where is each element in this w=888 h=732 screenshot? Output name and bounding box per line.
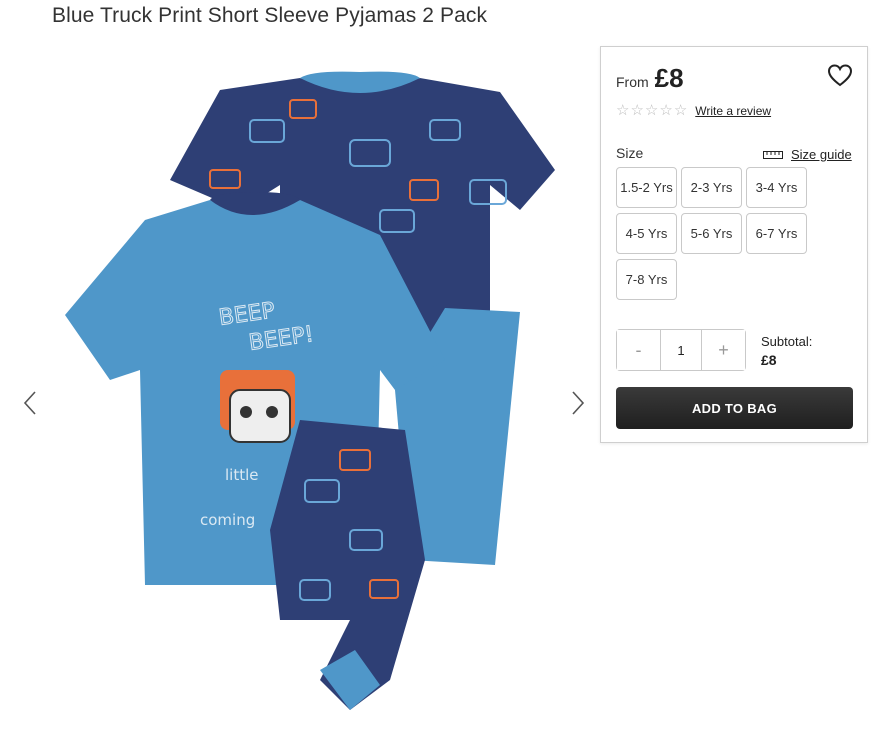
subtotal-value: £8 <box>761 352 777 368</box>
gallery-next-button[interactable] <box>566 390 590 416</box>
size-option[interactable]: 4-5 Yrs <box>616 213 677 254</box>
heart-icon <box>827 64 853 87</box>
size-option[interactable]: 5-6 Yrs <box>681 213 742 254</box>
svg-text:coming: coming <box>200 511 255 529</box>
quantity-increase-button[interactable]: + <box>702 330 745 370</box>
star-outline-icon: ☆ <box>616 102 630 119</box>
size-option[interactable]: 3-4 Yrs <box>746 167 807 208</box>
product-gallery: BEEP BEEP! little coming <box>0 40 600 732</box>
add-to-bag-button[interactable]: ADD TO BAG <box>616 387 853 429</box>
size-option[interactable]: 7-8 Yrs <box>616 259 677 300</box>
quantity-decrease-button[interactable]: - <box>617 330 660 370</box>
size-option[interactable]: 2-3 Yrs <box>681 167 742 208</box>
size-option[interactable]: 6-7 Yrs <box>746 213 807 254</box>
star-outline-icon: ☆ <box>659 102 673 119</box>
wishlist-button[interactable] <box>827 63 853 89</box>
star-outline-icon: ☆ <box>630 102 644 119</box>
product-title: Blue Truck Print Short Sleeve Pyjamas 2 … <box>52 4 488 27</box>
price-value: £8 <box>654 63 684 93</box>
quantity-stepper: - + <box>616 329 746 371</box>
chevron-left-icon <box>23 391 36 415</box>
price-row: From £8 <box>616 63 684 94</box>
subtotal: Subtotal: £8 <box>761 333 812 369</box>
star-outline-icon: ☆ <box>673 102 688 119</box>
star-outline-icon: ☆ <box>644 102 659 119</box>
svg-text:little: little <box>225 466 259 484</box>
size-guide-label: Size guide <box>791 147 852 162</box>
rating-row: ☆ ☆ ☆ ☆ ☆ Write a review <box>616 103 771 118</box>
chevron-right-icon <box>572 391 585 415</box>
gallery-prev-button[interactable] <box>18 390 42 416</box>
star-rating: ☆ ☆ ☆ ☆ ☆ <box>616 103 687 118</box>
price-from-label: From <box>616 74 649 90</box>
size-option[interactable]: 1.5-2 Yrs <box>616 167 677 208</box>
subtotal-label: Subtotal: <box>761 334 813 349</box>
size-label: Size <box>616 145 644 161</box>
dark-bottoms-illustration <box>270 420 425 710</box>
purchase-panel: From £8 ☆ ☆ ☆ ☆ ☆ Write a review Size Si… <box>600 46 868 443</box>
size-guide-link[interactable]: Size guide <box>763 147 852 162</box>
quantity-input[interactable] <box>660 330 702 370</box>
product-image: BEEP BEEP! little coming <box>65 71 555 710</box>
write-review-link[interactable]: Write a review <box>695 104 771 118</box>
ruler-icon <box>763 150 783 159</box>
